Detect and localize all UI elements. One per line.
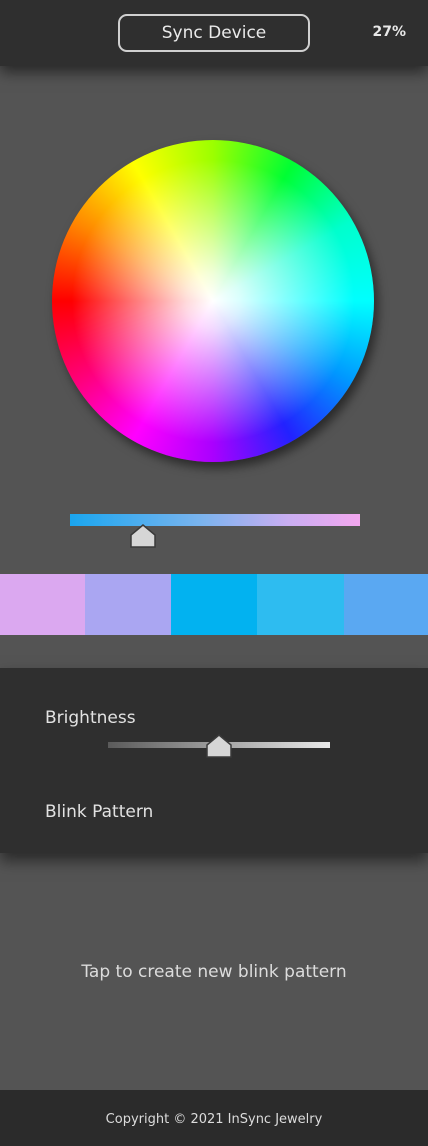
footer-copyright: Copyright © 2021 InSync Jewelry [105,1112,323,1127]
hue-slider-thumb[interactable] [129,523,157,549]
top-bar: Sync Device 27% [0,0,428,66]
battery-level: 27% [372,24,406,40]
hue-slider-track[interactable] [70,514,360,526]
brightness-label: Brightness [45,708,136,728]
color-swatch[interactable] [0,574,85,635]
color-wheel[interactable] [52,140,374,462]
create-pattern-prompt: Tap to create new blink pattern [81,961,347,982]
controls-panel [0,668,428,853]
sync-device-button[interactable]: Sync Device [118,14,310,52]
blink-pattern-label: Blink Pattern [45,802,154,822]
color-swatch[interactable] [171,574,257,635]
color-swatch[interactable] [344,574,428,635]
color-swatch[interactable] [85,574,171,635]
color-swatch[interactable] [257,574,344,635]
color-swatches [0,574,428,635]
blink-pattern-area[interactable]: Tap to create new blink pattern [0,853,428,1090]
brightness-slider-thumb[interactable] [205,733,233,759]
